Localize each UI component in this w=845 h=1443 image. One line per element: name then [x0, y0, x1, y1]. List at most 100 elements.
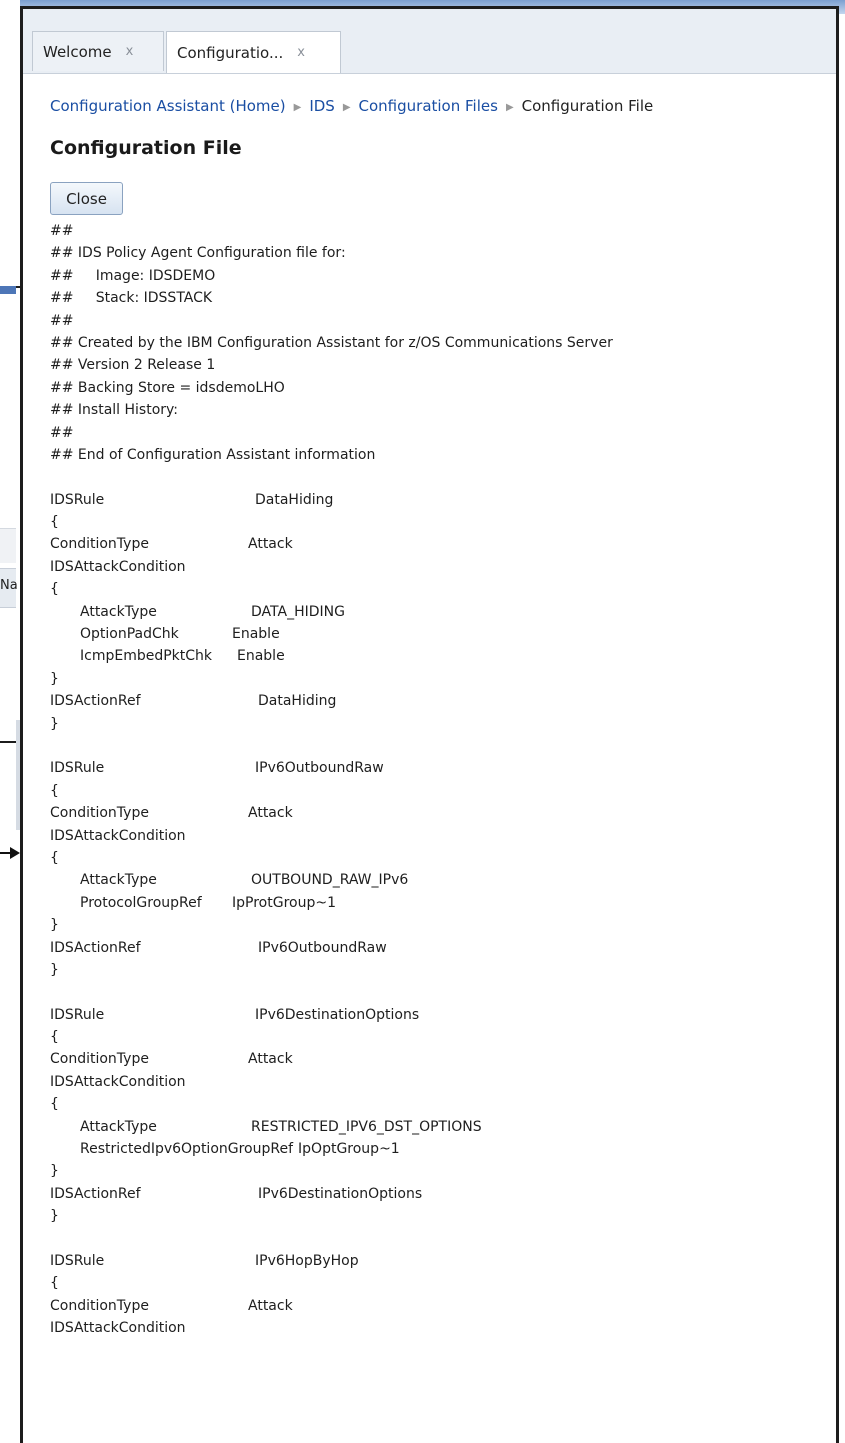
config-attack-condition-line: IDSAttackCondition: [50, 558, 186, 575]
config-condition-line: ConditionType Attack: [50, 1048, 832, 1070]
config-key: IDSActionRef: [50, 939, 141, 956]
config-attack-condition-line: IDSAttackCondition: [50, 1073, 186, 1090]
config-rule-line: IDSRule IPv6HopByHop: [50, 1250, 832, 1272]
config-value: DataHiding: [255, 491, 334, 508]
close-icon[interactable]: x: [297, 45, 305, 60]
breadcrumb-current: Configuration File: [521, 97, 654, 115]
config-value: Enable: [232, 626, 280, 643]
config-attack-condition-line: IDSAttackCondition: [50, 827, 186, 844]
config-value: IPv6OutboundRaw: [258, 939, 387, 956]
config-value: IpProtGroup~1: [232, 894, 336, 911]
header-comment-line: ## IDS Policy Agent Configuration file f…: [50, 245, 346, 262]
header-comment-line: ## Image: IDSDEMO: [50, 267, 216, 284]
config-param-line: AttackType RESTRICTED_IPV6_DST_OPTIONS: [50, 1116, 832, 1138]
config-key: ConditionType: [50, 1297, 149, 1314]
breadcrumb-link-home[interactable]: Configuration Assistant (Home): [50, 97, 286, 115]
tab-configuration[interactable]: Configuratio... x: [166, 31, 341, 73]
header-comment-line: ##: [50, 312, 74, 329]
brace-line: {: [50, 1096, 59, 1113]
chevron-right-icon: ▶: [505, 102, 514, 113]
config-key: IDSRule: [50, 491, 105, 508]
config-value: OUTBOUND_RAW_IPv6: [251, 872, 409, 889]
tab-label: Welcome: [43, 42, 112, 61]
config-rule-line: IDSRule IPv6DestinationOptions: [50, 1004, 832, 1026]
tab-bar: Welcome x Configuratio... x: [23, 9, 836, 74]
close-button[interactable]: Close: [50, 182, 123, 215]
config-condition-line: ConditionType Attack: [50, 1295, 832, 1317]
brace-line: {: [50, 782, 59, 799]
config-key: IDSRule: [50, 1252, 105, 1269]
config-value: IPv6DestinationOptions: [258, 1185, 423, 1202]
config-param-line: ProtocolGroupRef IpProtGroup~1: [50, 892, 832, 914]
config-key: ConditionType: [50, 536, 149, 553]
config-condition-line: ConditionType Attack: [50, 533, 832, 555]
callout-arrow-icon: [10, 847, 20, 859]
config-key: IcmpEmbedPktChk: [80, 648, 213, 665]
background-partial-label: Na: [0, 578, 18, 593]
config-key: IDSActionRef: [50, 1185, 141, 1202]
header-comment-line: ## Stack: IDSSTACK: [50, 290, 213, 307]
config-key: AttackType: [80, 1118, 157, 1135]
config-key: IDSActionRef: [50, 693, 141, 710]
config-param-line: IcmpEmbedPktChk Enable: [50, 645, 832, 667]
brace-line: }: [50, 670, 59, 687]
config-action-line: IDSActionRef IPv6DestinationOptions: [50, 1183, 832, 1205]
config-key: RestrictedIpv6OptionGroupRef: [80, 1141, 294, 1158]
header-comment-line: ##: [50, 424, 74, 441]
header-comment-line: ##: [50, 223, 74, 239]
breadcrumb-link-ids[interactable]: IDS: [309, 97, 335, 115]
close-icon[interactable]: x: [126, 44, 134, 59]
config-value: DATA_HIDING: [251, 603, 345, 620]
config-value: Enable: [237, 648, 285, 665]
config-value: RESTRICTED_IPV6_DST_OPTIONS: [251, 1118, 482, 1135]
config-key: IDSRule: [50, 760, 105, 777]
brace-line: }: [50, 917, 59, 934]
config-key: ProtocolGroupRef: [80, 894, 202, 911]
config-rule-line: IDSRule DataHiding: [50, 489, 832, 511]
brace-line: {: [50, 849, 59, 866]
config-key: OptionPadChk: [80, 626, 179, 643]
config-value: Attack: [248, 805, 293, 822]
configuration-file-content: ## ## IDS Policy Agent Configuration file…: [50, 220, 832, 1340]
tab-welcome[interactable]: Welcome x: [32, 31, 164, 71]
brace-line: {: [50, 1275, 59, 1292]
brace-line: }: [50, 1208, 59, 1225]
config-value: DataHiding: [258, 693, 337, 710]
config-value: IpOptGroup~1: [298, 1141, 400, 1158]
config-key: ConditionType: [50, 1051, 149, 1068]
config-value: Attack: [248, 1051, 293, 1068]
config-attack-condition-line: IDSAttackCondition: [50, 1320, 186, 1337]
chevron-right-icon: ▶: [293, 102, 302, 113]
chevron-right-icon: ▶: [342, 102, 351, 113]
config-param-line: RestrictedIpv6OptionGroupRef IpOptGroup~1: [50, 1138, 832, 1160]
brace-line: }: [50, 961, 59, 978]
config-condition-line: ConditionType Attack: [50, 802, 832, 824]
config-key: IDSRule: [50, 1006, 105, 1023]
brace-line: {: [50, 514, 59, 531]
config-key: AttackType: [80, 603, 157, 620]
configuration-panel: Welcome x Configuratio... x Configuratio…: [20, 6, 839, 1443]
tab-label: Configuratio...: [177, 43, 284, 62]
breadcrumb: Configuration Assistant (Home) ▶ IDS ▶ Confi…: [50, 97, 653, 115]
config-param-line: AttackType OUTBOUND_RAW_IPv6: [50, 869, 832, 891]
config-action-line: IDSActionRef DataHiding: [50, 690, 832, 712]
background-blue-strip: [0, 286, 16, 294]
background-toolbar: [0, 528, 16, 563]
config-rule-line: IDSRule IPv6OutboundRaw: [50, 757, 832, 779]
brace-line: {: [50, 1029, 59, 1046]
header-comment-line: ## Version 2 Release 1: [50, 357, 216, 374]
brace-line: {: [50, 581, 59, 598]
header-comment-line: ## Install History:: [50, 402, 179, 419]
breadcrumb-link-configuration-files[interactable]: Configuration Files: [359, 97, 498, 115]
config-value: IPv6HopByHop: [255, 1252, 359, 1269]
brace-line: }: [50, 1163, 59, 1180]
config-action-line: IDSActionRef IPv6OutboundRaw: [50, 937, 832, 959]
config-param-line: AttackType DATA_HIDING: [50, 601, 832, 623]
header-comment-line: ## Created by the IBM Configuration Assi…: [50, 334, 613, 351]
config-value: IPv6DestinationOptions: [255, 1006, 420, 1023]
header-comment-line: ## Backing Store = idsdemoLHO: [50, 379, 285, 396]
